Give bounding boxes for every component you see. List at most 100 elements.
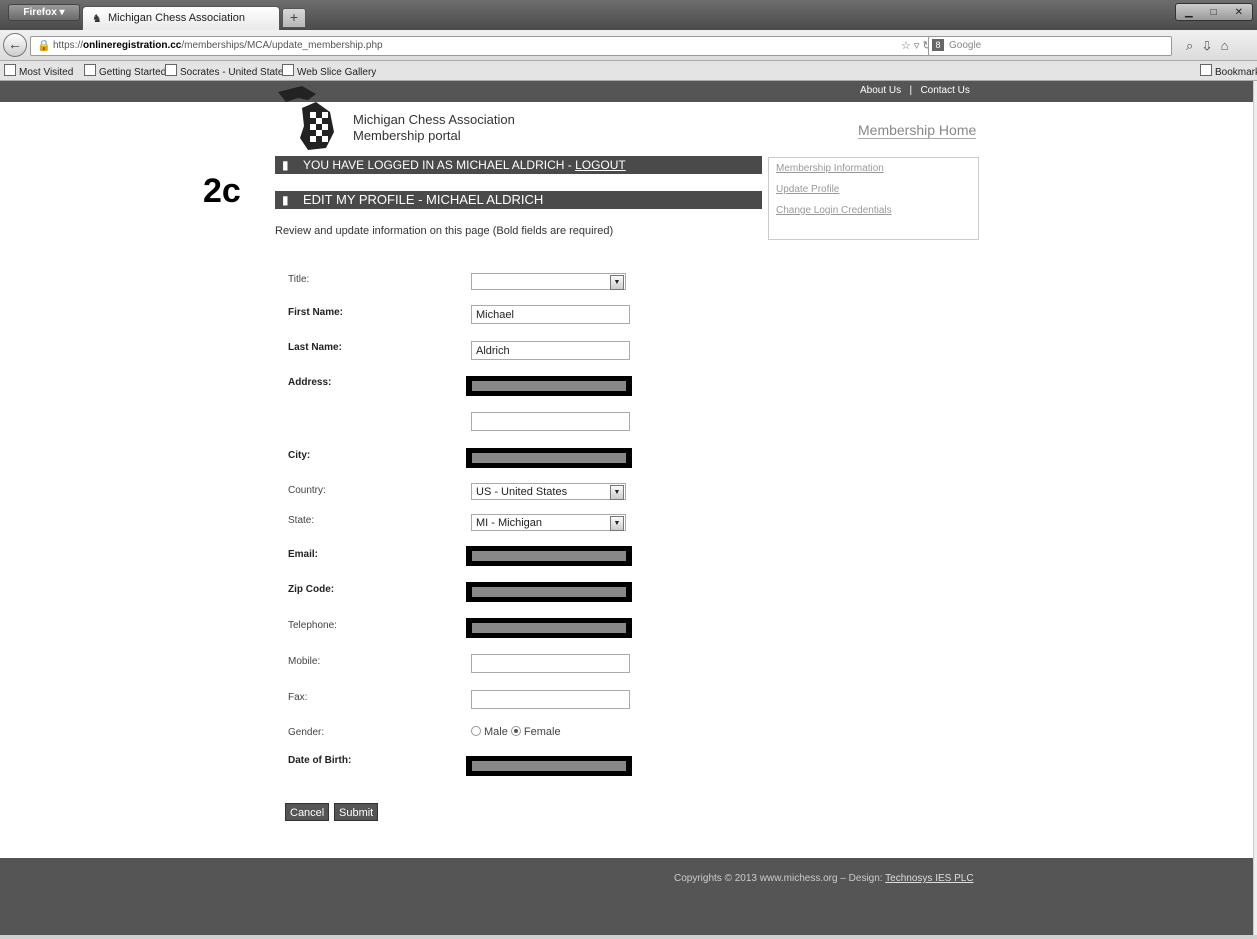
link-separator: | [909, 85, 913, 96]
org-name: Michigan Chess Association Membership po… [353, 112, 515, 144]
zip-code-field-redacted[interactable] [466, 582, 632, 602]
org-subtitle: Membership portal [353, 128, 461, 143]
bookmarks-menu[interactable]: Bookmarks [1200, 64, 1257, 78]
bookmark-web-slice-gallery[interactable]: Web Slice Gallery [282, 64, 376, 78]
site-favicon-icon: ♞ [92, 13, 102, 25]
sidebar-menu: Membership Information Update Profile Ch… [768, 157, 979, 240]
sidebar-item-membership-information[interactable]: Membership Information [776, 163, 884, 174]
logout-link[interactable]: LOGOUT [575, 158, 626, 172]
gender-options: Male Female [471, 726, 561, 738]
chevron-down-icon: ▼ [610, 275, 624, 290]
mobile-label: Mobile: [288, 656, 321, 667]
google-icon: 8 [932, 39, 944, 51]
intro-text: Review and update information on this pa… [275, 225, 614, 237]
date-of-birth-field-redacted[interactable] [466, 756, 632, 776]
state-label: State: [288, 515, 315, 526]
gender-male-radio[interactable] [471, 726, 481, 736]
fax-field[interactable] [471, 690, 630, 709]
date-of-birth-label: Date of Birth: [288, 755, 352, 766]
edit-profile-heading: EDIT MY PROFILE - MICHAEL ALDRICH [303, 192, 544, 207]
cancel-button[interactable]: Cancel [285, 803, 330, 821]
address-line2-field[interactable] [471, 412, 630, 431]
window-titlebar: Firefox ▾ ♞ Michigan Chess Association +… [0, 0, 1257, 31]
logged-in-text: YOU HAVE LOGGED IN AS MICHAEL ALDRICH - [303, 158, 576, 172]
document-icon: ▮ [282, 193, 289, 207]
logged-in-bar: ▮ YOU HAVE LOGGED IN AS MICHAEL ALDRICH … [275, 156, 762, 174]
new-tab-button[interactable]: + [282, 8, 306, 28]
window-controls: ▁ □ ✕ [1175, 3, 1253, 21]
search-icon[interactable]: ⌕ [1186, 38, 1203, 53]
designer-link[interactable]: Technosys IES PLC [885, 873, 973, 884]
country-select[interactable]: US - United States ▼ [471, 483, 626, 500]
email-label: Email: [288, 549, 319, 560]
membership-home-link[interactable]: Membership Home [858, 122, 977, 139]
last-name-label: Last Name: [288, 342, 342, 353]
footer: Copyrights © 2013 www.michess.org – Desi… [0, 858, 1253, 935]
top-links: About Us | Contact Us [860, 85, 970, 96]
email-field-redacted[interactable] [466, 546, 632, 566]
country-label: Country: [288, 485, 326, 496]
tab-title: Michigan Chess Association [108, 12, 245, 24]
maximize-icon[interactable]: □ [1211, 7, 1217, 18]
bookmarks-toolbar: Most Visited Getting Started Socrates - … [0, 61, 1257, 81]
fax-label: Fax: [288, 692, 308, 703]
gender-male-label: Male [484, 726, 508, 738]
back-arrow-icon: ← [8, 36, 22, 52]
submit-button[interactable]: Submit [334, 803, 379, 821]
back-button[interactable]: ← [3, 33, 27, 57]
chevron-down-icon: ▼ [610, 485, 624, 500]
michigan-chess-logo [278, 86, 334, 150]
sidebar-item-update-profile[interactable]: Update Profile [776, 184, 839, 195]
bookmark-most-visited[interactable]: Most Visited [4, 64, 73, 78]
country-value: US - United States [476, 486, 568, 498]
document-icon: ▮ [282, 158, 289, 172]
url-text: https://onlineregistration.cc/membership… [53, 40, 383, 51]
last-name-field[interactable]: Aldrich [471, 341, 630, 360]
url-bar[interactable]: 🔒 https://onlineregistration.cc/membersh… [30, 36, 972, 56]
bookmark-icon [282, 64, 294, 76]
site-top-bar: About Us | Contact Us [0, 81, 1253, 102]
browser-tab[interactable]: ♞ Michigan Chess Association [82, 6, 280, 31]
city-label: City: [288, 450, 311, 461]
chevron-down-icon: ▼ [610, 516, 624, 531]
bookmark-getting-started[interactable]: Getting Started [84, 64, 166, 78]
bookmark-icon [4, 64, 16, 76]
zip-code-label: Zip Code: [288, 584, 335, 595]
navigation-toolbar: ← 🔒 https://onlineregistration.cc/member… [0, 30, 1257, 61]
gender-label: Gender: [288, 727, 325, 738]
status-bar [0, 935, 1257, 939]
org-title: Michigan Chess Association [353, 112, 515, 127]
bookmark-socrates[interactable]: Socrates - United States [165, 64, 288, 78]
nav-icons: ⌕⇩⌂ [1186, 38, 1239, 54]
about-us-link[interactable]: About Us [860, 85, 901, 96]
gender-female-radio[interactable] [510, 726, 521, 736]
bookmarks-menu-icon [1200, 64, 1212, 76]
gender-female-label: Female [523, 726, 561, 738]
close-icon[interactable]: ✕ [1235, 7, 1243, 18]
home-icon[interactable]: ⌂ [1221, 38, 1239, 53]
state-select[interactable]: MI - Michigan ▼ [471, 514, 626, 531]
title-select[interactable]: ▼ [471, 273, 626, 290]
minimize-icon[interactable]: ▁ [1185, 7, 1193, 18]
address-field-redacted[interactable] [466, 376, 632, 396]
copyright-text: Copyrights © 2013 www.michess.org – Desi… [674, 873, 974, 884]
page-scrollbar[interactable] [1253, 81, 1257, 935]
edit-profile-bar: ▮ EDIT MY PROFILE - MICHAEL ALDRICH [275, 191, 762, 209]
address-label: Address: [288, 377, 332, 388]
first-name-label: First Name: [288, 307, 344, 318]
first-name-field[interactable]: Michael [471, 305, 630, 324]
search-bar[interactable]: 8 Google [928, 36, 1172, 56]
firefox-menu-button[interactable]: Firefox ▾ [8, 4, 80, 21]
state-value: MI - Michigan [476, 517, 543, 529]
telephone-field-redacted[interactable] [466, 618, 632, 638]
download-icon[interactable]: ⇩ [1203, 38, 1220, 53]
bookmark-icon [165, 64, 177, 76]
city-field-redacted[interactable] [466, 448, 632, 468]
title-label: Title: [288, 274, 310, 285]
contact-us-link[interactable]: Contact Us [920, 85, 969, 96]
lock-icon: 🔒 [37, 40, 51, 52]
search-engine-label: Google [949, 40, 982, 51]
mobile-field[interactable] [471, 654, 630, 673]
sidebar-item-change-login-credentials[interactable]: Change Login Credentials [776, 205, 892, 216]
figure-annotation-label: 2c [203, 172, 241, 210]
